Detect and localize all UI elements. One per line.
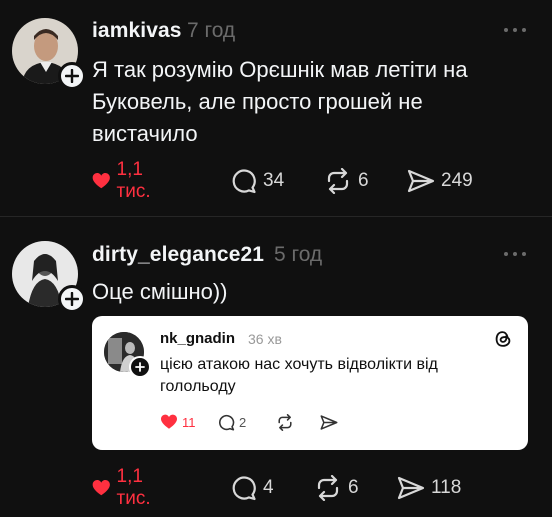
- threads-logo-icon[interactable]: [492, 328, 514, 350]
- quoted-like-count: 11: [182, 414, 196, 430]
- comment-count: 4: [263, 477, 274, 498]
- more-icon[interactable]: [504, 26, 528, 34]
- repost-button[interactable]: 6: [324, 166, 369, 196]
- follow-plus-icon[interactable]: [129, 356, 151, 378]
- quoted-text: цією атакою нас хочуть відволікти від го…: [160, 354, 500, 398]
- quoted-text-line: цією атакою нас хочуть відволікти від: [160, 356, 438, 373]
- quoted-avatar[interactable]: [104, 332, 151, 378]
- username[interactable]: iamkivas: [92, 19, 182, 43]
- quoted-comment-button[interactable]: 2: [218, 412, 246, 432]
- quoted-timestamp: 36 хв: [248, 331, 282, 347]
- share-icon: [397, 476, 425, 500]
- comment-button[interactable]: 4: [231, 473, 274, 503]
- post-text: Я так розумію Орєшнік мав летіти на Буко…: [92, 54, 532, 150]
- comment-icon: [232, 476, 256, 501]
- comment-count: 34: [263, 170, 285, 191]
- like-button[interactable]: 1,1 тис.: [92, 159, 160, 202]
- heart-icon: [92, 173, 110, 189]
- like-count: 1,1 тис.: [116, 466, 151, 509]
- quoted-share-button[interactable]: [320, 412, 338, 432]
- more-icon[interactable]: [504, 250, 528, 258]
- like-button[interactable]: 1,1 тис.: [92, 466, 160, 509]
- post-iamkivas: iamkivas 7 год Я так розумію Орєшнік мав…: [0, 0, 552, 216]
- quoted-repost-button[interactable]: [276, 412, 294, 432]
- follow-plus-icon[interactable]: [58, 62, 86, 90]
- avatar-dirty-elegance21[interactable]: [12, 241, 86, 313]
- follow-plus-icon[interactable]: [58, 285, 86, 313]
- quoted-username[interactable]: nk_gnadin: [160, 330, 235, 347]
- username[interactable]: dirty_elegance21: [92, 243, 264, 267]
- heart-icon: [161, 414, 177, 429]
- timestamp: 7 год: [187, 19, 236, 42]
- heart-icon: [92, 480, 110, 496]
- share-icon: [320, 414, 338, 430]
- comment-button[interactable]: 34: [231, 166, 284, 196]
- quoted-like-button[interactable]: 11: [160, 412, 196, 432]
- post-text-line: вистачило: [92, 121, 198, 146]
- comment-icon: [232, 169, 256, 194]
- like-count: 1,1 тис.: [116, 159, 151, 202]
- share-count: 249: [441, 170, 473, 191]
- post-text-line: Буковель, але просто грошей не: [92, 89, 423, 114]
- share-count: 118: [431, 477, 462, 498]
- post-text: Оце смішно)): [92, 276, 532, 308]
- comment-icon: [219, 414, 235, 430]
- repost-icon: [278, 413, 292, 431]
- share-button[interactable]: 118: [397, 473, 461, 503]
- repost-count: 6: [348, 477, 359, 498]
- repost-button[interactable]: 6: [314, 473, 359, 503]
- repost-icon: [327, 168, 349, 194]
- post-text-line: Я так розумію Орєшнік мав летіти на: [92, 57, 468, 82]
- repost-icon: [317, 475, 339, 501]
- avatar-iamkivas[interactable]: [12, 18, 86, 90]
- share-icon: [407, 169, 435, 193]
- repost-count: 6: [358, 170, 369, 191]
- quoted-comment-count: 2: [239, 414, 247, 430]
- quoted-post-card[interactable]: nk_gnadin 36 хв цією атакою нас хочуть в…: [92, 316, 528, 450]
- timestamp: 5 год: [274, 243, 323, 266]
- post-text-line: Оце смішно)): [92, 279, 228, 304]
- share-button[interactable]: 249: [407, 166, 473, 196]
- quoted-text-line: голольоду: [160, 378, 236, 395]
